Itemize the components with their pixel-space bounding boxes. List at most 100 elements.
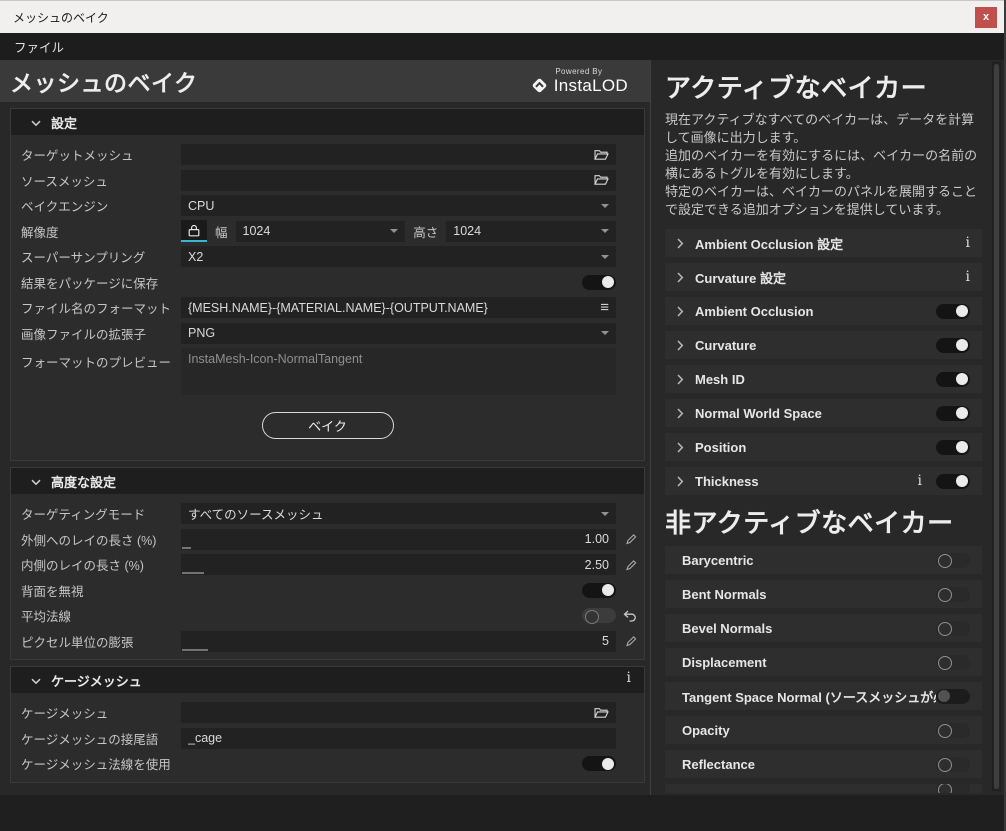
cage-suffix-value: _cage	[188, 731, 222, 745]
baker-toggle[interactable]	[936, 338, 970, 353]
chevron-right-icon[interactable]	[677, 340, 684, 351]
baker-toggle[interactable]	[936, 406, 970, 421]
baker-row-thickness[interactable]: Thickness i	[665, 467, 982, 495]
chevron-right-icon[interactable]	[677, 442, 684, 453]
baker-row-mesh-id[interactable]: Mesh ID	[665, 365, 982, 393]
pixel-dilation-slider[interactable]: 5	[181, 631, 616, 652]
target-mesh-input[interactable]	[181, 144, 616, 165]
chevron-down-icon[interactable]	[31, 678, 41, 685]
baker-toggle[interactable]	[936, 723, 970, 738]
baker-toggle[interactable]	[936, 440, 970, 455]
save-package-toggle[interactable]	[582, 275, 616, 290]
baker-toggle[interactable]	[936, 757, 970, 772]
advanced-section: 高度な設定 ターゲティングモード すべてのソースメッシュ 外側へのレ	[10, 467, 645, 660]
baker-row-bent-normals[interactable]: Bent Normals	[665, 580, 982, 608]
baker-row-barycentric[interactable]: Barycentric	[665, 546, 982, 574]
chevron-right-icon[interactable]	[677, 306, 684, 317]
left-panel-header: メッシュのベイク Powered By InstaLOD	[0, 60, 650, 102]
baker-toggle[interactable]	[936, 372, 970, 387]
ignore-backface-toggle[interactable]	[582, 583, 616, 598]
chevron-down-icon[interactable]	[31, 120, 41, 127]
folder-icon[interactable]	[594, 707, 609, 719]
undo-icon[interactable]	[623, 610, 637, 622]
image-ext-row: 画像ファイルの拡張子 PNG	[11, 321, 644, 347]
chevron-right-icon[interactable]	[677, 272, 684, 283]
source-mesh-input[interactable]	[181, 170, 616, 191]
ray-out-slider[interactable]: 1.00	[181, 529, 616, 550]
folder-icon[interactable]	[594, 149, 609, 161]
baker-toggle[interactable]	[936, 655, 970, 670]
pencil-icon[interactable]	[626, 534, 637, 545]
info-icon[interactable]: i	[627, 671, 631, 685]
baker-row-partial[interactable]	[665, 784, 982, 793]
info-icon[interactable]: i	[966, 270, 970, 284]
menu-file[interactable]: ファイル	[14, 37, 64, 56]
chevron-right-icon[interactable]	[677, 238, 684, 249]
baker-row-curvature[interactable]: Curvature	[665, 331, 982, 359]
settings-section: 設定 ターゲットメッシュ ソ	[10, 108, 645, 461]
advanced-section-header[interactable]: 高度な設定	[11, 468, 644, 494]
cage-normals-toggle[interactable]	[582, 756, 616, 771]
supersampling-label: スーパーサンプリング	[21, 247, 181, 266]
targeting-mode-dropdown[interactable]: すべてのソースメッシュ	[181, 503, 616, 524]
cage-section-header[interactable]: ケージメッシュ i	[11, 667, 644, 693]
cage-mesh-input[interactable]	[181, 702, 616, 723]
pencil-icon[interactable]	[626, 559, 637, 570]
baker-label: Barycentric	[682, 553, 754, 568]
baker-row-position[interactable]: Position	[665, 433, 982, 461]
width-dropdown[interactable]: 1024	[236, 221, 406, 242]
baker-row-ambient-occlusion-settings[interactable]: Ambient Occlusion 設定 i	[665, 229, 982, 257]
close-button[interactable]: x	[975, 7, 997, 28]
chevron-right-icon[interactable]	[677, 476, 684, 487]
bake-engine-dropdown[interactable]: CPU	[181, 195, 616, 216]
baker-row-tangent-space-normal[interactable]: Tangent Space Normal (ソースメッシュが必要)	[665, 682, 982, 710]
baker-label: Ambient Occlusion 設定	[695, 234, 843, 253]
baker-toggle[interactable]	[936, 784, 970, 793]
chevron-right-icon[interactable]	[677, 374, 684, 385]
ray-in-slider[interactable]: 2.50	[181, 554, 616, 575]
scrollbar-thumb[interactable]	[994, 64, 999, 789]
folder-icon[interactable]	[594, 174, 609, 186]
baker-toggle[interactable]	[936, 621, 970, 636]
baker-row-normal-world-space[interactable]: Normal World Space	[665, 399, 982, 427]
image-ext-dropdown[interactable]: PNG	[181, 323, 616, 344]
chevron-down-icon	[601, 331, 609, 335]
height-dropdown[interactable]: 1024	[446, 221, 616, 242]
scrollbar[interactable]	[992, 62, 1001, 791]
average-normals-toggle[interactable]	[582, 608, 616, 623]
filename-format-label: ファイル名のフォーマット	[21, 298, 181, 317]
page-title: メッシュのベイク	[10, 64, 198, 98]
info-icon[interactable]: i	[966, 236, 970, 250]
baker-row-ambient-occlusion[interactable]: Ambient Occlusion	[665, 297, 982, 325]
baker-row-displacement[interactable]: Displacement	[665, 648, 982, 676]
target-mesh-label: ターゲットメッシュ	[21, 145, 181, 164]
filename-format-input[interactable]: {MESH.NAME}-{MATERIAL.NAME}-{OUTPUT.NAME…	[181, 297, 616, 318]
chevron-right-icon[interactable]	[677, 408, 684, 419]
targeting-mode-row: ターゲティングモード すべてのソースメッシュ	[11, 501, 644, 527]
baker-row-bevel-normals[interactable]: Bevel Normals	[665, 614, 982, 642]
baker-toggle[interactable]	[936, 474, 970, 489]
baker-toggle[interactable]	[936, 553, 970, 568]
resolution-lock-button[interactable]	[181, 220, 207, 242]
baker-row-opacity[interactable]: Opacity	[665, 716, 982, 744]
pencil-icon[interactable]	[626, 636, 637, 647]
baker-toggle[interactable]	[936, 689, 970, 704]
supersampling-dropdown[interactable]: X2	[181, 246, 616, 267]
cage-suffix-input[interactable]: _cage	[181, 728, 616, 749]
bake-button[interactable]: ベイク	[262, 412, 394, 439]
slider-fill	[182, 649, 208, 651]
baker-toggle[interactable]	[936, 587, 970, 602]
chevron-down-icon[interactable]	[31, 479, 41, 486]
slider-fill	[182, 547, 191, 549]
titlebar[interactable]: メッシュのベイク x	[0, 0, 1004, 33]
resolution-row: 解像度 幅 1024 高さ	[11, 219, 644, 245]
info-icon[interactable]: i	[918, 474, 922, 488]
baker-row-curvature-settings[interactable]: Curvature 設定 i	[665, 263, 982, 291]
menu-icon[interactable]: ≡	[600, 300, 609, 315]
advanced-section-title: 高度な設定	[51, 472, 116, 491]
baker-toggle[interactable]	[936, 304, 970, 319]
pixel-dilation-row: ピクセル単位の膨張 5	[11, 629, 644, 655]
format-preview-value: InstaMesh-Icon-NormalTangent	[181, 348, 616, 395]
settings-section-header[interactable]: 設定	[11, 109, 644, 135]
baker-row-reflectance[interactable]: Reflectance	[665, 750, 982, 778]
